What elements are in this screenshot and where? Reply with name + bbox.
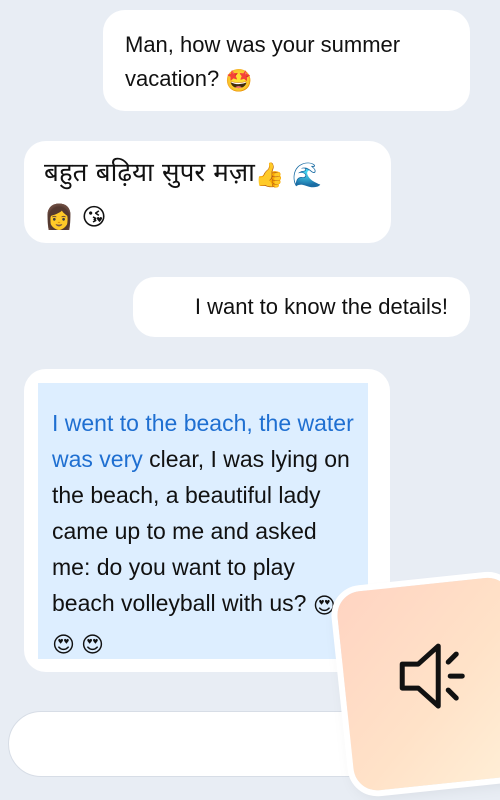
message-input[interactable]: [8, 711, 388, 777]
message-bubble-received[interactable]: I went to the beach, the water was very …: [24, 369, 390, 672]
message-bubble-received[interactable]: बहुत बढ़िया सुपर मज़ा👍 🌊 👩 😘: [24, 141, 391, 243]
emoji-group: 👍 🌊: [254, 161, 323, 189]
emoji-group: 👩 😘: [44, 203, 107, 231]
message-text: I want to know the details!: [194, 294, 448, 319]
message-text: बहुत बढ़िया सुपर मज़ा: [44, 158, 255, 188]
message-text: Man, how was your summer vacation?: [125, 32, 401, 91]
message-bubble-sent[interactable]: Man, how was your summer vacation? 🤩: [103, 10, 470, 111]
message-bubble-sent[interactable]: I want to know the details!: [133, 277, 470, 337]
star-struck-emoji: 🤩: [225, 68, 253, 93]
speak-button[interactable]: [335, 575, 500, 793]
translated-message: I went to the beach, the water was very …: [38, 383, 368, 659]
speaker-icon: [399, 643, 465, 709]
